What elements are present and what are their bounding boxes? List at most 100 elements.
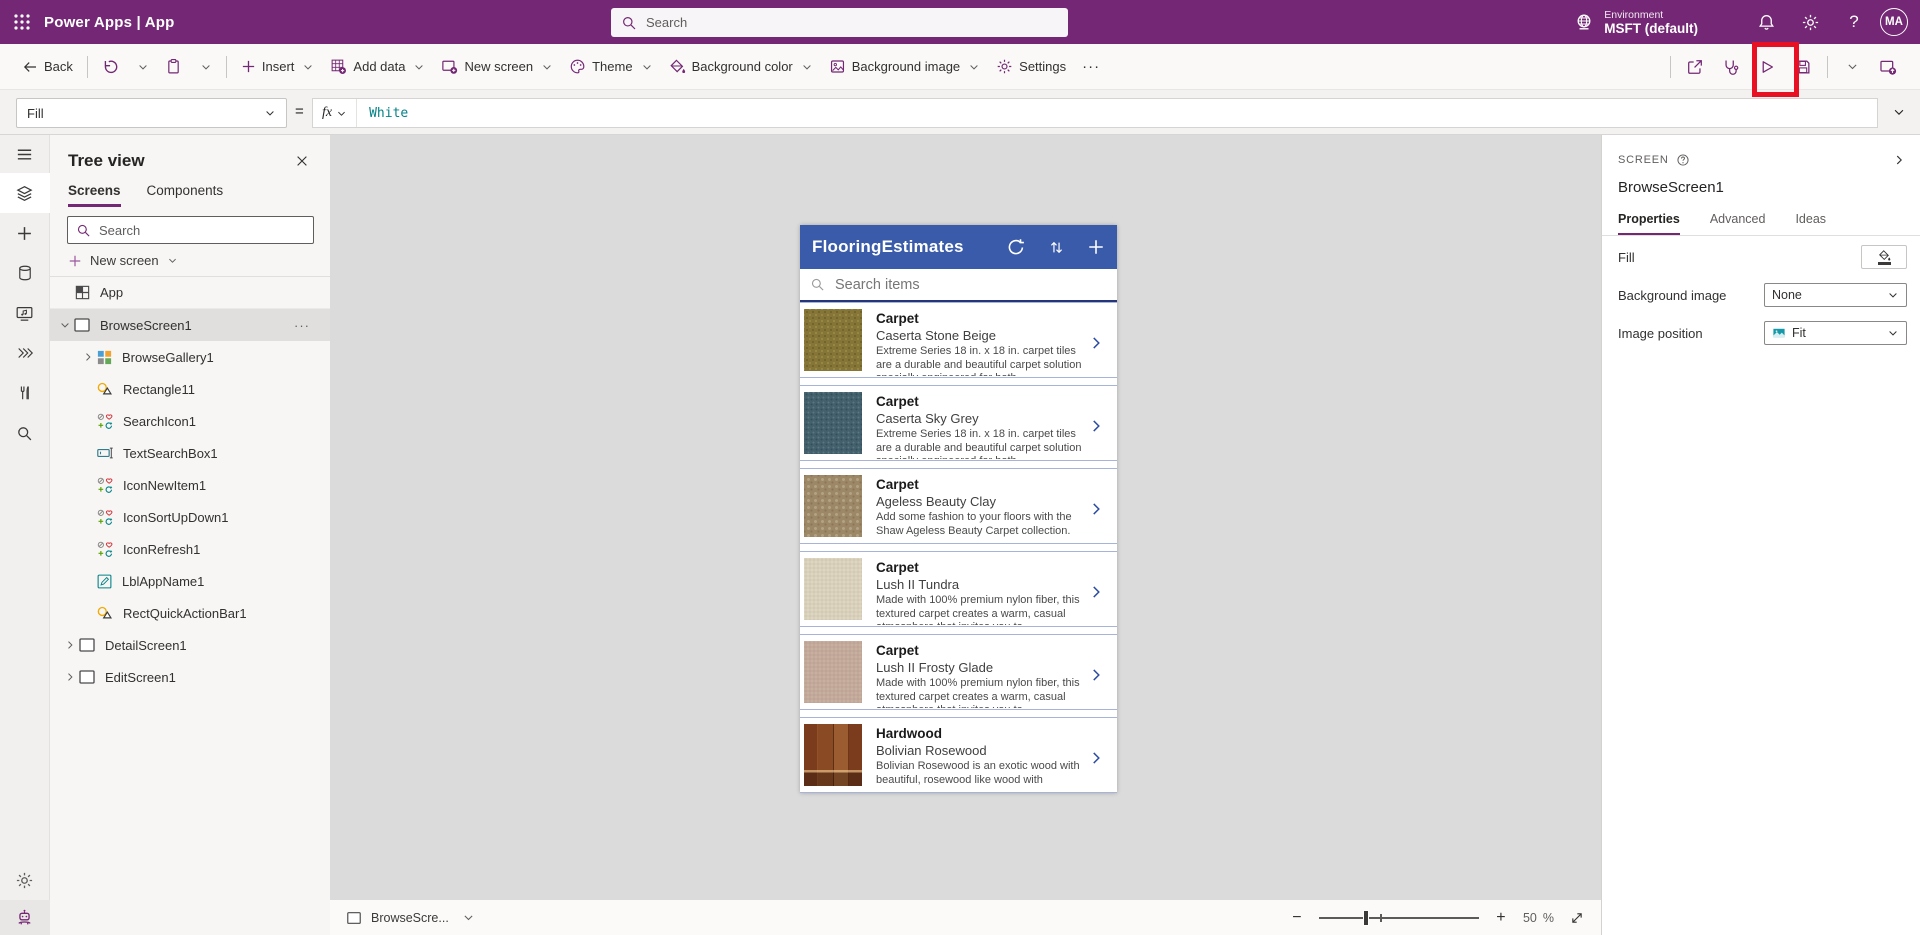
gallery-item[interactable]: Hardwood Bolivian Rosewood Bolivian Rose…: [800, 717, 1117, 793]
chevron-down-icon[interactable]: [57, 319, 73, 331]
rail-media-button[interactable]: [0, 293, 50, 333]
gallery-item[interactable]: Carpet Caserta Sky Grey Extreme Series 1…: [800, 385, 1117, 461]
paste-menu-chevron[interactable]: [190, 51, 220, 83]
global-search-input[interactable]: Search: [611, 8, 1068, 37]
back-button[interactable]: Back: [14, 51, 81, 83]
property-selector[interactable]: Fill: [16, 98, 287, 128]
rail-insert-button[interactable]: [0, 213, 50, 253]
sort-icon[interactable]: [1048, 239, 1065, 256]
gallery-item[interactable]: Carpet Lush II Frosty Glade Made with 10…: [800, 634, 1117, 710]
formula-input[interactable]: fx White: [312, 98, 1878, 128]
tab-ideas[interactable]: Ideas: [1795, 212, 1826, 235]
chevron-right-icon[interactable]: [62, 639, 78, 651]
tree-item-editscreen1[interactable]: EditScreen1: [50, 661, 330, 693]
tree-item-iconrefresh1[interactable]: IconRefresh1: [50, 533, 330, 565]
item-chevron-right-icon[interactable]: [1087, 475, 1111, 543]
tab-properties[interactable]: Properties: [1618, 212, 1680, 235]
tab-components[interactable]: Components: [147, 183, 224, 207]
zoom-in-button[interactable]: +: [1494, 909, 1508, 927]
item-chevron-right-icon[interactable]: [1087, 558, 1111, 626]
theme-menu[interactable]: Theme: [561, 51, 660, 83]
image-position-dropdown[interactable]: Fit: [1764, 321, 1907, 345]
gallery-item[interactable]: Carpet Caserta Stone Beige Extreme Serie…: [800, 302, 1117, 378]
insert-menu[interactable]: Insert: [233, 51, 323, 83]
tree-item-rectquickactionbar1[interactable]: RectQuickActionBar1: [50, 597, 330, 629]
item-chevron-right-icon[interactable]: [1087, 724, 1111, 792]
undo-button[interactable]: [94, 51, 127, 83]
item-chevron-right-icon[interactable]: [1087, 641, 1111, 709]
settings-button[interactable]: [1788, 0, 1832, 44]
environment-picker[interactable]: Environment MSFT (default): [1574, 9, 1698, 36]
tree-item-detailscreen1[interactable]: DetailScreen1: [50, 629, 330, 661]
chevron-right-icon[interactable]: [80, 351, 96, 363]
gallery-item[interactable]: Carpet Ageless Beauty Clay Add some fash…: [800, 468, 1117, 544]
avatar[interactable]: MA: [1880, 8, 1908, 36]
screen-selector-dropdown[interactable]: BrowseScre...: [346, 910, 475, 926]
tree-search-input[interactable]: Search: [67, 216, 314, 244]
gear-icon: [1801, 13, 1820, 32]
item-chevron-right-icon[interactable]: [1087, 392, 1111, 460]
tab-advanced[interactable]: Advanced: [1710, 212, 1766, 235]
tree-item-app[interactable]: App: [50, 277, 330, 309]
tree-item-lblappname1[interactable]: LblAppName1: [50, 565, 330, 597]
tab-screens[interactable]: Screens: [68, 183, 121, 207]
image-position-property-row: Image position Fit: [1602, 316, 1920, 350]
zoom-slider-handle[interactable]: [1362, 909, 1369, 926]
fill-color-picker-button[interactable]: [1861, 245, 1907, 269]
save-menu-chevron[interactable]: [1834, 50, 1870, 84]
phone-search-input[interactable]: Search items: [800, 269, 1117, 302]
item-category: Carpet: [876, 560, 919, 575]
item-chevron-right-icon[interactable]: [1087, 309, 1111, 377]
zoom-out-button[interactable]: −: [1290, 909, 1304, 927]
background-image-menu[interactable]: Background image: [821, 51, 988, 83]
tree-view-close-button[interactable]: [290, 149, 314, 173]
chevron-right-icon[interactable]: [62, 671, 78, 683]
rail-search-button[interactable]: [0, 413, 50, 453]
background-color-menu[interactable]: Background color: [661, 51, 821, 83]
image-icon: [829, 58, 846, 75]
rail-advanced-tools-button[interactable]: [0, 373, 50, 413]
app-launcher-waffle-icon[interactable]: [0, 0, 44, 44]
zoom-slider[interactable]: [1318, 909, 1479, 926]
add-item-plus-icon[interactable]: [1087, 238, 1105, 256]
rail-tree-view-button[interactable]: [0, 173, 50, 213]
help-button[interactable]: ?: [1832, 0, 1876, 44]
formula-bar-expand-chevron[interactable]: [1886, 100, 1912, 124]
fx-menu-button[interactable]: fx: [313, 99, 358, 127]
phone-screen-preview[interactable]: FlooringEstimates Search items Carpet Ca…: [800, 225, 1117, 793]
plus-icon: [16, 225, 33, 242]
share-button[interactable]: [1677, 50, 1713, 84]
toolbar-overflow-button[interactable]: ···: [1074, 58, 1108, 75]
fit-to-window-button[interactable]: [1569, 910, 1585, 926]
tree-item-rectangle11[interactable]: Rectangle11: [50, 373, 330, 405]
settings-menu[interactable]: Settings: [988, 51, 1074, 83]
paste-button[interactable]: [157, 51, 190, 83]
rail-collapse-button[interactable]: [0, 135, 50, 173]
gallery-item[interactable]: Carpet Lush II Tundra Made with 100% pre…: [800, 551, 1117, 627]
tree-item-browsescreen1[interactable]: BrowseScreen1 ···: [50, 309, 330, 341]
preview-play-button[interactable]: [1749, 50, 1785, 84]
help-circle-icon[interactable]: [1676, 153, 1690, 167]
rail-power-automate-button[interactable]: [0, 333, 50, 373]
rail-settings-button[interactable]: [0, 860, 50, 900]
tree-item-searchicon1[interactable]: SearchIcon1: [50, 405, 330, 437]
undo-menu-chevron[interactable]: [127, 51, 157, 83]
tree-item-iconnewitem1[interactable]: IconNewItem1: [50, 469, 330, 501]
add-data-menu[interactable]: Add data: [322, 51, 433, 83]
item-thumbnail-rosewood-planks: [804, 724, 862, 786]
refresh-icon[interactable]: [1006, 237, 1026, 257]
tree-item-overflow-button[interactable]: ···: [294, 318, 310, 333]
tree-item-browsegallery1[interactable]: BrowseGallery1: [50, 341, 330, 373]
new-screen-menu[interactable]: New screen: [433, 51, 561, 83]
tree-item-textsearchbox1[interactable]: TextSearchBox1: [50, 437, 330, 469]
rail-data-button[interactable]: [0, 253, 50, 293]
rail-virtual-agent-button[interactable]: [0, 900, 50, 935]
tree-item-iconsortupdown1[interactable]: IconSortUpDown1: [50, 501, 330, 533]
background-image-dropdown[interactable]: None: [1764, 283, 1907, 307]
panel-collapse-chevron[interactable]: [1892, 151, 1906, 169]
notifications-button[interactable]: [1744, 0, 1788, 44]
publish-button[interactable]: [1870, 50, 1906, 84]
app-checker-button[interactable]: [1713, 50, 1749, 84]
new-screen-button[interactable]: New screen: [50, 244, 330, 277]
save-button[interactable]: [1785, 50, 1821, 84]
